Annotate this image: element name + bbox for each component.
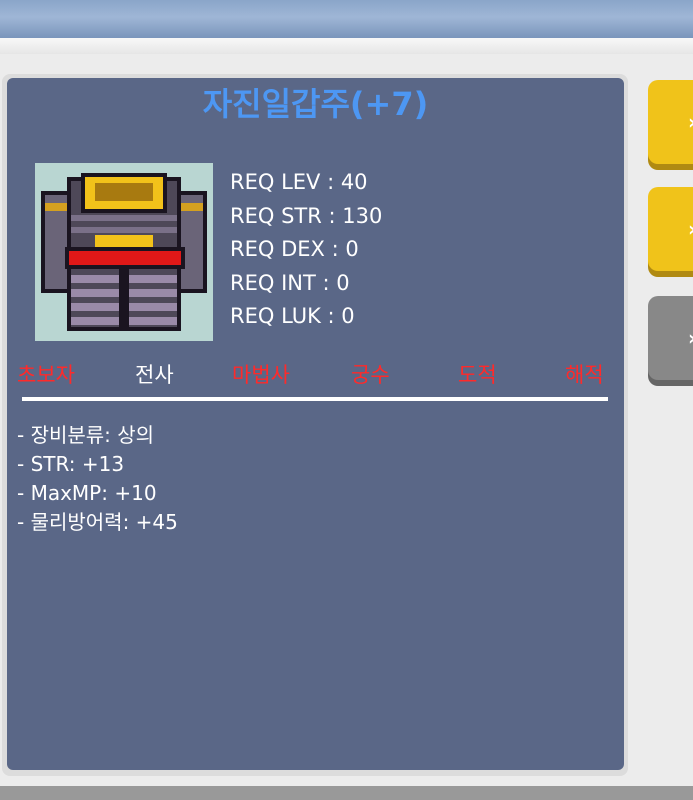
job-beginner: 초보자 [17,363,75,387]
requirements-list: REQ LEV : 40 REQ STR : 130 REQ DEX : 0 R… [230,166,382,334]
req-str: REQ STR : 130 [230,203,383,228]
button-glyph-icon: › [688,110,693,134]
section-divider [22,397,608,401]
stat-category: - 장비분류: 상의 [17,423,155,447]
stat-defense: - 물리방어력: +45 [17,510,178,534]
bottom-bar [0,786,693,800]
stat-str: - STR: +13 [17,452,125,476]
side-button-3[interactable]: › [648,296,693,380]
job-bowman: 궁수 [351,363,390,387]
side-button-1[interactable]: › [648,80,693,164]
req-luk: REQ LUK : 0 [230,304,355,328]
req-int: REQ INT : 0 [230,270,350,295]
job-thief: 도적 [458,363,497,387]
chevron-icon: › [688,326,693,350]
purple-armor-icon [35,163,213,341]
job-class-row: 초보자 전사 마법사 궁수 도적 해적 [0,358,631,392]
job-magician: 마법사 [232,363,290,387]
req-level: REQ LEV : 40 [230,170,368,194]
job-pirate: 해적 [565,363,604,387]
item-stats-list: - 장비분류: 상의 - STR: +13 - MaxMP: +10 - 물리방… [17,421,178,537]
top-header-bar [0,0,693,38]
stat-maxmp: - MaxMP: +10 [17,481,157,505]
side-button-2[interactable]: › [648,187,693,271]
job-warrior: 전사 [135,363,174,387]
item-name: 자진일갑주(+7) [202,85,429,123]
req-dex: REQ DEX : 0 [230,237,359,261]
header-divider [0,38,693,54]
button-glyph-icon: › [688,217,693,241]
